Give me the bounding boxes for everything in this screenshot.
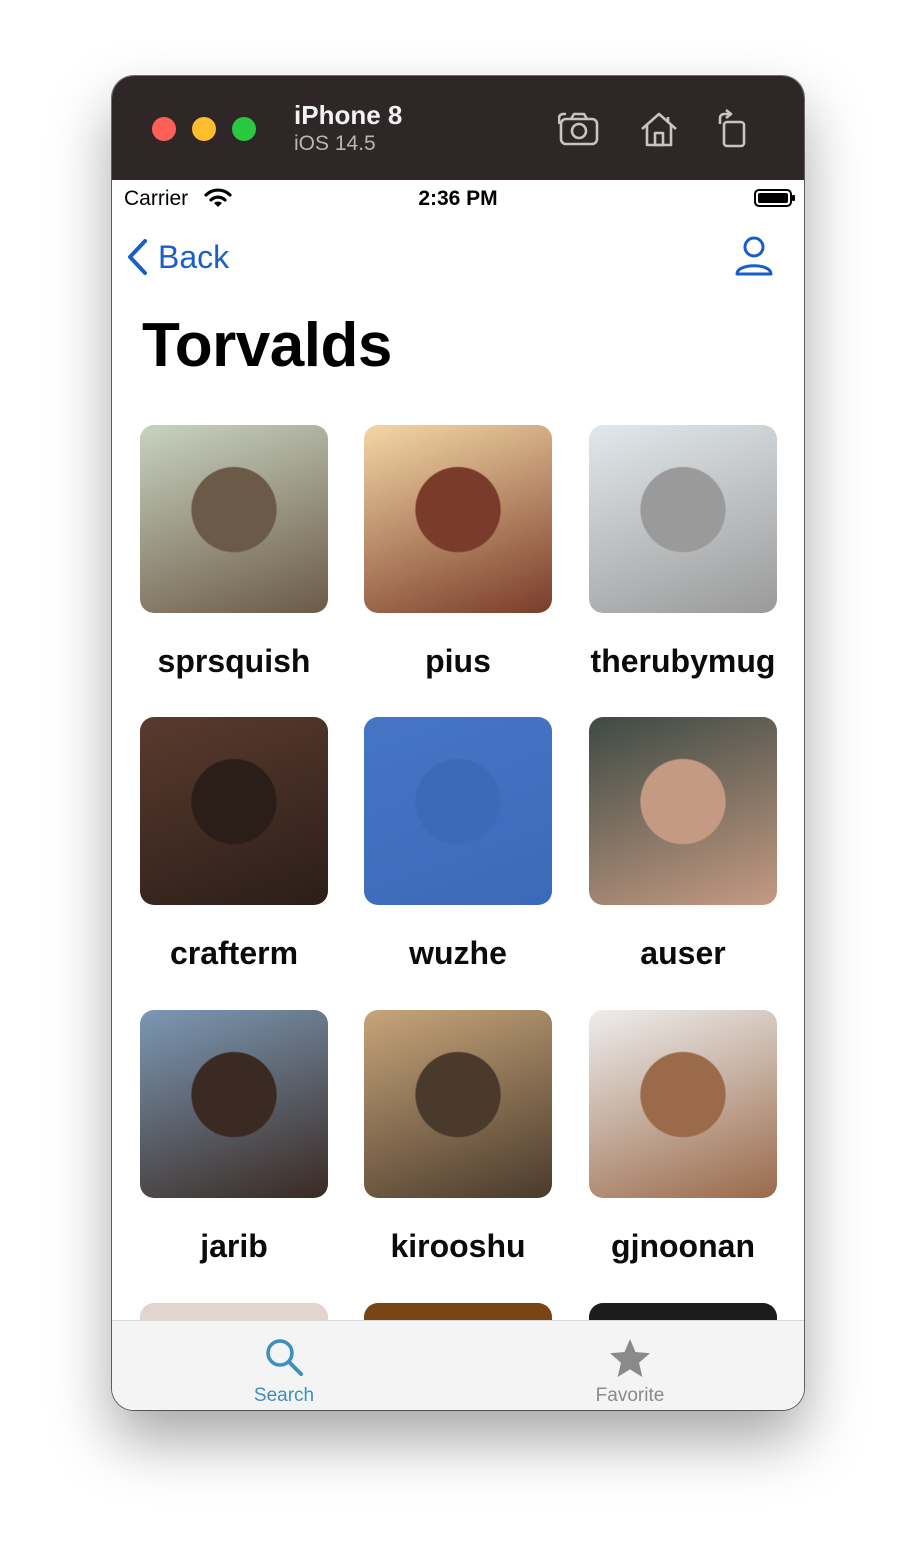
user-login: kirooshu <box>390 1228 526 1264</box>
tab-bar: Search Favorite <box>112 1320 804 1410</box>
search-icon <box>266 1339 303 1376</box>
user-avatar[interactable] <box>589 1010 777 1198</box>
user-login: crafterm <box>169 935 299 971</box>
user-avatar[interactable] <box>364 1010 552 1198</box>
app-screen: Carrier 2:36 PM Back Torvalds sprsquish … <box>112 180 804 1410</box>
user-login: auser <box>640 935 726 971</box>
user-cell[interactable]: crafterm <box>140 717 340 971</box>
os-version: iOS 14.5 <box>294 132 376 155</box>
rotate-icon[interactable] <box>710 106 756 152</box>
user-cell[interactable]: gjnoonan <box>589 1010 789 1264</box>
user-avatar[interactable] <box>364 425 552 613</box>
user-cell[interactable]: sprsquish <box>140 425 340 679</box>
user-avatar[interactable] <box>364 717 552 905</box>
chevron-left-icon <box>128 239 147 275</box>
user-avatar[interactable] <box>589 425 777 613</box>
user-login: sprsquish <box>157 643 311 679</box>
status-bar: Carrier 2:36 PM <box>112 180 804 220</box>
user-avatar[interactable] <box>140 717 328 905</box>
person-icon[interactable] <box>734 235 774 282</box>
user-avatar[interactable] <box>140 425 328 613</box>
user-cell[interactable]: pius <box>364 425 564 679</box>
device-name: iPhone 8 <box>294 100 403 130</box>
tab-favorite-label: Favorite <box>595 1385 665 1406</box>
user-cell[interactable]: auser <box>589 717 789 971</box>
user-login: pius <box>425 643 491 679</box>
page-title: Torvalds <box>142 311 392 380</box>
user-cell[interactable]: wuzhe <box>364 717 564 971</box>
close-window-button[interactable] <box>152 117 176 141</box>
simulator-window: iPhone 8 iOS 14.5 Carrier 2:36 PM Back T… <box>112 76 804 1410</box>
minimize-window-button[interactable] <box>192 117 216 141</box>
user-cell[interactable]: therubymug <box>589 425 789 679</box>
user-avatar[interactable] <box>589 717 777 905</box>
screenshot-icon[interactable] <box>556 106 602 152</box>
navigation-bar: Back <box>112 230 804 290</box>
simulator-titlebar: iPhone 8 iOS 14.5 <box>112 76 804 180</box>
tab-search[interactable]: Search <box>184 1321 384 1410</box>
back-button[interactable]: Back <box>126 238 229 276</box>
home-icon[interactable] <box>636 106 682 152</box>
user-login: jarib <box>200 1228 268 1264</box>
user-cell[interactable]: jarib <box>140 1010 340 1264</box>
tab-search-label: Search <box>253 1385 315 1406</box>
user-cell[interactable]: kirooshu <box>364 1010 564 1264</box>
user-login: wuzhe <box>409 935 507 971</box>
star-icon <box>610 1339 650 1377</box>
zoom-window-button[interactable] <box>232 117 256 141</box>
status-time: 2:36 PM <box>418 187 498 210</box>
user-login: gjnoonan <box>611 1228 755 1264</box>
user-login: therubymug <box>590 643 776 679</box>
battery-icon <box>754 189 795 207</box>
user-avatar[interactable] <box>140 1010 328 1198</box>
tab-favorite[interactable]: Favorite <box>530 1321 730 1410</box>
back-button-label: Back <box>158 238 230 275</box>
